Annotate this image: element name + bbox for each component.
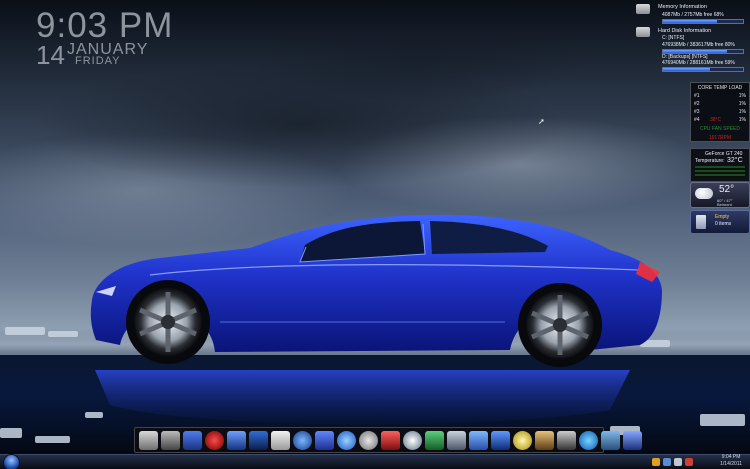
photos-icon[interactable]	[601, 430, 620, 450]
editor-icon[interactable]	[271, 430, 290, 450]
memory-bar-fill	[663, 20, 718, 23]
drive-d-bar	[662, 67, 744, 72]
recycle-bin-icon	[696, 215, 706, 229]
drive-d-bar-fill	[663, 68, 711, 71]
gpu-temp-label: Temperature:	[695, 158, 725, 164]
memory-bar	[662, 19, 744, 24]
gpu-temp-value: 32°C	[727, 157, 743, 164]
messenger-icon[interactable]	[315, 430, 334, 450]
tray-network-icon[interactable]	[663, 458, 671, 466]
tray-security-icon[interactable]	[685, 458, 693, 466]
gpu-gadget[interactable]: GeForce GT 240 Temperature: 32°C	[690, 148, 750, 182]
core-row: #4 38°C 1%	[694, 117, 746, 123]
memory-chip-icon	[636, 4, 650, 14]
drive-c-label: C: [NTFS]	[662, 35, 685, 41]
weather-location: Belmont	[717, 202, 732, 207]
core-temp-gadget[interactable]: CORE TEMP LOAD #1 1% #2 1% #3 1% #4 38°C…	[690, 82, 750, 142]
tray-volume-icon[interactable]	[674, 458, 682, 466]
core-load: 1%	[738, 109, 746, 115]
fan-speed: 1917RPM	[708, 135, 732, 141]
download-icon[interactable]	[425, 430, 444, 450]
ftp-icon[interactable]	[249, 430, 268, 450]
core-name: #3	[694, 109, 700, 115]
application-dock	[134, 427, 642, 453]
core-name: #2	[694, 101, 700, 107]
user-icon[interactable]	[557, 430, 576, 450]
character-icon[interactable]	[535, 430, 554, 450]
core-row: #2 1%	[694, 101, 746, 107]
taskbar-date: 1/14/2011	[720, 461, 742, 467]
tools-icon[interactable]	[491, 430, 510, 450]
core-row: #3 1%	[694, 109, 746, 115]
taskbar-clock[interactable]: 9:04 PM 1/14/2011	[720, 454, 742, 468]
core-temp: 38°C	[710, 117, 722, 123]
disc-icon[interactable]	[403, 430, 422, 450]
network-icon[interactable]	[227, 430, 246, 450]
mail-icon[interactable]	[381, 430, 400, 450]
browser-icon[interactable]	[293, 430, 312, 450]
clock-weekday: FRIDAY	[75, 55, 121, 67]
bulb-icon[interactable]	[513, 430, 532, 450]
clock-day: 14	[36, 40, 65, 70]
recycle-label: Empty	[715, 214, 730, 220]
opera-icon[interactable]	[359, 430, 378, 450]
core-temp-title: CORE TEMP LOAD	[697, 85, 743, 91]
hard-disk-icon	[636, 27, 650, 37]
car-wallpaper	[90, 214, 663, 425]
desktop: ➚ 9:03 PM 14 JANUARY FRIDAY Memory Infor…	[0, 0, 750, 469]
folder-icon[interactable]	[139, 430, 158, 450]
fan-label: CPU FAN SPEED	[699, 126, 740, 132]
core-load: 1%	[738, 117, 746, 123]
memory-title: Memory Information	[658, 4, 707, 10]
security-shield-icon[interactable]	[623, 430, 642, 450]
globe-icon[interactable]	[337, 430, 356, 450]
butterfly-icon[interactable]	[469, 430, 488, 450]
weather-gadget[interactable]: 52° 60° / 47° Belmont	[690, 182, 750, 208]
drive-d-detail: 476940Mb / 288161Mb free 59%	[662, 60, 735, 66]
drive-c-detail: 476938Mb / 383617Mb free 80%	[662, 42, 735, 48]
memory-detail: 4087Mb / 2757Mb free 68%	[662, 12, 724, 18]
recycle-items: 0 items	[715, 221, 732, 227]
core-name: #1	[694, 93, 700, 99]
disk-title: Hard Disk Information	[658, 28, 712, 34]
gpu-graph	[695, 166, 745, 178]
media-player-icon[interactable]	[205, 430, 224, 450]
core-name: #4	[694, 117, 700, 123]
taskbar-time: 9:04 PM	[721, 454, 741, 460]
mouse-cursor-icon: ➚	[538, 117, 545, 126]
weather-temp: 52°	[719, 184, 735, 195]
taskbar: 9:04 PM 1/14/2011	[0, 454, 750, 469]
internet-explorer-icon[interactable]	[579, 430, 598, 450]
core-load: 1%	[738, 93, 746, 99]
desktop-icon[interactable]	[183, 430, 202, 450]
core-load: 1%	[738, 101, 746, 107]
torrent-icon[interactable]	[447, 430, 466, 450]
tray-alert-icon[interactable]	[652, 458, 660, 466]
core-row: #1 1%	[694, 93, 746, 99]
recycle-bin-gadget[interactable]: Empty 0 items	[690, 210, 750, 234]
start-button[interactable]	[3, 454, 20, 469]
cloud-icon	[695, 188, 713, 199]
drive-c-bar-fill	[663, 50, 727, 53]
documents-icon[interactable]	[161, 430, 180, 450]
